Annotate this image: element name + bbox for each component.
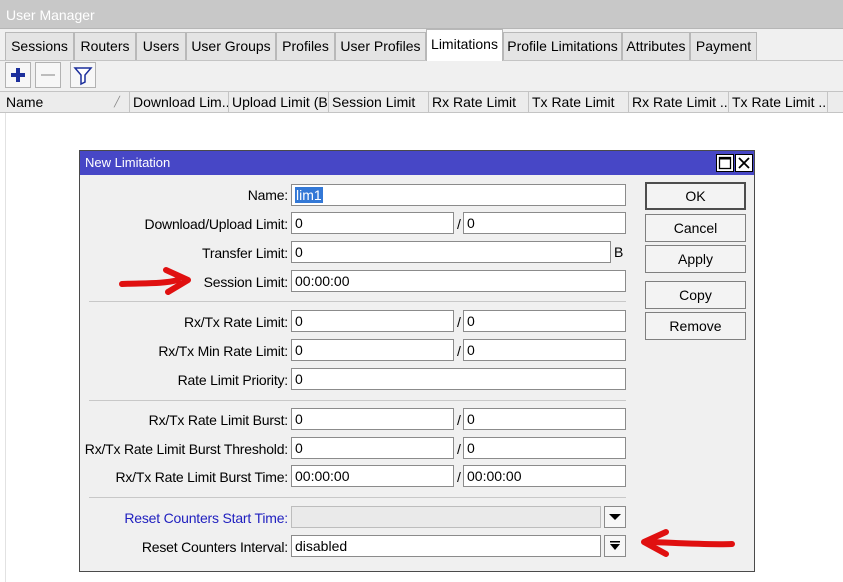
section-divider	[89, 497, 626, 498]
tab-bar: Sessions Routers Users User Groups Profi…	[0, 29, 843, 61]
add-button[interactable]	[5, 62, 31, 88]
remove-button[interactable]: Remove	[645, 312, 746, 340]
rx-tx-rate-limit-label: Rx/Tx Rate Limit:	[184, 314, 288, 330]
tx-burst-input[interactable]: 0	[463, 408, 626, 430]
separator-slash: /	[457, 412, 461, 428]
section-divider	[89, 301, 626, 302]
column-download-limit[interactable]: Download Lim...	[130, 92, 229, 113]
section-divider	[89, 400, 626, 401]
upload-limit-input[interactable]: 0	[463, 212, 626, 234]
reset-counters-start-time-input[interactable]	[291, 506, 601, 528]
list-border	[5, 113, 6, 582]
window-title: User Manager	[0, 0, 843, 29]
apply-button[interactable]: Apply	[645, 245, 746, 273]
start-time-dropdown-button[interactable]	[604, 506, 626, 528]
interval-dropdown-button[interactable]	[604, 535, 626, 557]
filter-icon	[73, 67, 93, 86]
burst-time-label: Rx/Tx Rate Limit Burst Time:	[115, 469, 288, 485]
copy-button[interactable]: Copy	[645, 281, 746, 309]
column-tx-rate-limit[interactable]: Tx Rate Limit	[529, 92, 629, 113]
separator-slash: /	[457, 314, 461, 330]
chevron-down-icon	[609, 514, 621, 520]
tab-attributes[interactable]: Attributes	[622, 32, 690, 60]
tab-user-groups[interactable]: User Groups	[186, 32, 276, 60]
rx-min-rate-limit-input[interactable]: 0	[291, 339, 454, 361]
column-upload-limit[interactable]: Upload Limit (B)	[229, 92, 329, 113]
tab-limitations[interactable]: Limitations	[426, 29, 503, 61]
transfer-limit-input[interactable]: 0	[291, 241, 611, 263]
rx-burst-threshold-input[interactable]: 0	[291, 437, 454, 459]
column-rx-rate-limit[interactable]: Rx Rate Limit	[429, 92, 529, 113]
close-button[interactable]	[735, 154, 753, 172]
dialog-title-text: New Limitation	[85, 155, 171, 170]
rx-burst-input[interactable]: 0	[291, 408, 454, 430]
tab-profile-limitations[interactable]: Profile Limitations	[503, 32, 622, 60]
rx-tx-min-rate-limit-label: Rx/Tx Min Rate Limit:	[158, 343, 288, 359]
rate-limit-priority-input[interactable]: 0	[291, 368, 626, 390]
toolbar	[0, 61, 843, 91]
annotation-arrow-icon	[641, 529, 735, 557]
reset-counters-interval-select[interactable]: disabled	[291, 535, 601, 557]
maximize-button[interactable]	[716, 154, 734, 172]
separator-slash: /	[457, 343, 461, 359]
transfer-limit-label: Transfer Limit:	[202, 245, 288, 261]
tx-rate-limit-input[interactable]: 0	[463, 310, 626, 332]
tab-profiles[interactable]: Profiles	[276, 32, 335, 60]
tab-sessions[interactable]: Sessions	[5, 32, 74, 60]
burst-threshold-label: Rx/Tx Rate Limit Burst Threshold:	[84, 441, 288, 457]
new-limitation-dialog: New Limitation Name: lim1 Download/Uploa…	[79, 150, 755, 572]
plus-icon	[11, 68, 25, 82]
column-name[interactable]: Name	[0, 92, 130, 113]
session-limit-input[interactable]: 00:00:00	[291, 270, 626, 292]
table-header: Name ╱ Download Lim... Upload Limit (B) …	[0, 91, 843, 113]
reset-counters-start-time-label[interactable]: Reset Counters Start Time:	[80, 509, 288, 527]
tab-users[interactable]: Users	[136, 32, 186, 60]
rx-burst-time-input[interactable]: 00:00:00	[291, 465, 454, 487]
ok-button[interactable]: OK	[645, 182, 746, 210]
download-upload-limit-label: Download/Upload Limit:	[144, 216, 289, 232]
name-label: Name:	[247, 187, 288, 203]
name-input[interactable]: lim1	[291, 184, 626, 206]
tab-payment[interactable]: Payment	[690, 32, 757, 60]
separator-slash: /	[457, 441, 461, 457]
name-input-value: lim1	[295, 187, 323, 203]
column-session-limit[interactable]: Session Limit	[329, 92, 429, 113]
sort-icon: ╱	[114, 97, 121, 108]
reset-counters-interval-label: Reset Counters Interval:	[141, 539, 288, 555]
rate-limit-burst-label: Rx/Tx Rate Limit Burst:	[148, 412, 289, 428]
minus-icon	[41, 74, 55, 76]
cancel-button[interactable]: Cancel	[645, 214, 746, 242]
close-icon	[738, 157, 750, 169]
dialog-title: New Limitation	[80, 151, 754, 175]
tx-min-rate-limit-input[interactable]: 0	[463, 339, 626, 361]
tab-routers[interactable]: Routers	[74, 32, 136, 60]
rate-limit-priority-label: Rate Limit Priority:	[177, 372, 289, 388]
tab-user-profiles[interactable]: User Profiles	[335, 32, 426, 60]
remove-button[interactable]	[35, 62, 61, 88]
tx-burst-time-input[interactable]: 00:00:00	[463, 465, 626, 487]
transfer-limit-unit: B	[614, 244, 624, 260]
rx-rate-limit-input[interactable]: 0	[291, 310, 454, 332]
column-tx-rate-limit-min[interactable]: Tx Rate Limit ...	[729, 92, 828, 113]
tx-burst-threshold-input[interactable]: 0	[463, 437, 626, 459]
separator-slash: /	[457, 469, 461, 485]
column-rx-rate-limit-min[interactable]: Rx Rate Limit ...	[629, 92, 729, 113]
maximize-icon	[718, 156, 732, 170]
filter-button[interactable]	[70, 62, 96, 88]
annotation-arrow-icon	[119, 267, 191, 295]
dropdown-arrow-icon	[610, 541, 620, 550]
download-limit-input[interactable]: 0	[291, 212, 454, 234]
separator-slash: /	[457, 216, 461, 232]
